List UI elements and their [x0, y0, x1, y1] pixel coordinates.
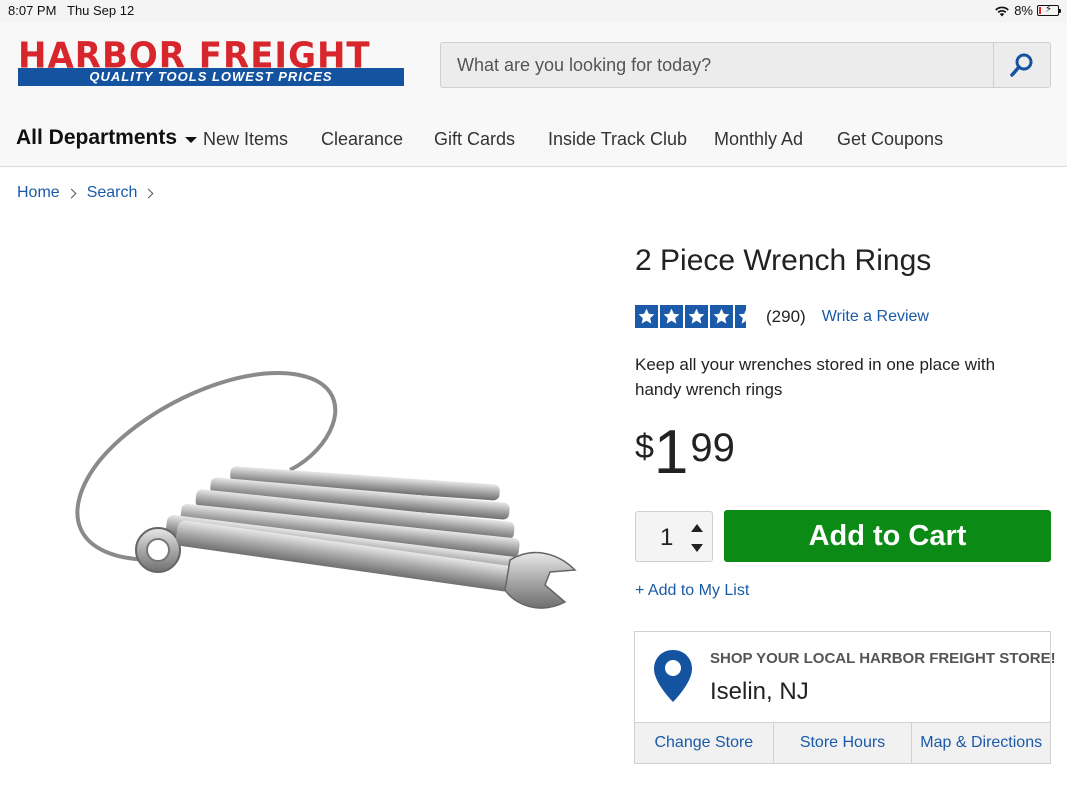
nav-new-items[interactable]: New Items: [203, 129, 288, 150]
battery-icon: ⚡: [1037, 4, 1061, 16]
search-bar: [440, 42, 1051, 88]
product-rating: (290) Write a Review: [635, 305, 929, 328]
price-currency: $: [635, 428, 654, 466]
store-hours-link[interactable]: Store Hours: [774, 723, 913, 763]
store-heading: SHOP YOUR LOCAL HARBOR FREIGHT STORE!: [710, 650, 1056, 667]
nav-monthly-ad[interactable]: Monthly Ad: [714, 129, 803, 150]
quantity-stepper[interactable]: 1: [635, 511, 713, 562]
battery-fill: [1039, 7, 1041, 14]
add-to-my-list-link[interactable]: + Add to My List: [635, 582, 749, 600]
star-icon: [685, 305, 708, 328]
logo-tagline: QUALITY TOOLS LOWEST PRICES: [18, 68, 404, 86]
main-nav: All Departments New Items Clearance Gift…: [0, 122, 1067, 158]
star-icon: [635, 305, 658, 328]
nav-clearance[interactable]: Clearance: [321, 129, 403, 150]
star-icon: [735, 305, 758, 328]
product-image[interactable]: [60, 360, 590, 630]
nav-inside-track-club[interactable]: Inside Track Club: [548, 129, 687, 150]
harbor-freight-logo[interactable]: HARBOR FREIGHT QUALITY TOOLS LOWEST PRIC…: [18, 35, 406, 86]
wrench-rings-image: [75, 371, 577, 609]
breadcrumb-search[interactable]: Search: [87, 184, 138, 202]
battery-percent: 8%: [1014, 3, 1033, 18]
price-cents: 99: [690, 426, 735, 470]
increment-arrow-icon[interactable]: [691, 524, 703, 532]
nav-get-coupons[interactable]: Get Coupons: [837, 129, 943, 150]
write-review-link[interactable]: Write a Review: [822, 308, 929, 326]
search-input[interactable]: [441, 43, 993, 87]
star-icon: [660, 305, 683, 328]
search-icon: [1010, 53, 1033, 77]
star-icon: [710, 305, 733, 328]
location-pin-icon: [654, 650, 692, 702]
add-to-cart-button[interactable]: Add to Cart: [724, 510, 1051, 562]
decrement-arrow-icon[interactable]: [691, 544, 703, 552]
status-time: 8:07 PM: [8, 3, 57, 18]
status-bar: 8:07 PM Thu Sep 12 8% ⚡: [0, 0, 1067, 22]
site-header: HARBOR FREIGHT QUALITY TOOLS LOWEST PRIC…: [0, 22, 1067, 167]
chevron-down-icon: [185, 137, 198, 143]
nav-gift-cards[interactable]: Gift Cards: [434, 129, 515, 150]
product-title: 2 Piece Wrench Rings: [635, 244, 932, 277]
price-dollars: 1: [653, 418, 689, 487]
review-count[interactable]: (290): [766, 307, 806, 327]
status-right: 8% ⚡: [994, 3, 1061, 18]
map-directions-link[interactable]: Map & Directions: [912, 723, 1050, 763]
chevron-right-icon: [66, 188, 77, 198]
store-links: Change Store Store Hours Map & Direction…: [635, 722, 1050, 763]
chevron-right-icon: [143, 188, 154, 198]
wifi-icon: [995, 6, 1010, 16]
breadcrumb-home[interactable]: Home: [17, 184, 60, 202]
product-description: Keep all your wrenches stored in one pla…: [635, 355, 996, 399]
all-departments-label: All Departments: [16, 126, 178, 149]
store-city: Iselin, NJ: [710, 678, 809, 705]
search-button[interactable]: [993, 43, 1050, 87]
change-store-link[interactable]: Change Store: [635, 723, 774, 763]
breadcrumb: Home Search: [17, 184, 156, 202]
status-date: Thu Sep 12: [67, 3, 135, 18]
star-rating[interactable]: [635, 305, 758, 328]
product-price: $ 1 99: [635, 422, 735, 484]
quantity-value[interactable]: 1: [660, 524, 673, 552]
all-departments-menu[interactable]: All Departments: [16, 126, 198, 150]
local-store-panel: SHOP YOUR LOCAL HARBOR FREIGHT STORE! Is…: [634, 631, 1056, 764]
charging-bolt-icon: ⚡: [1045, 4, 1053, 15]
